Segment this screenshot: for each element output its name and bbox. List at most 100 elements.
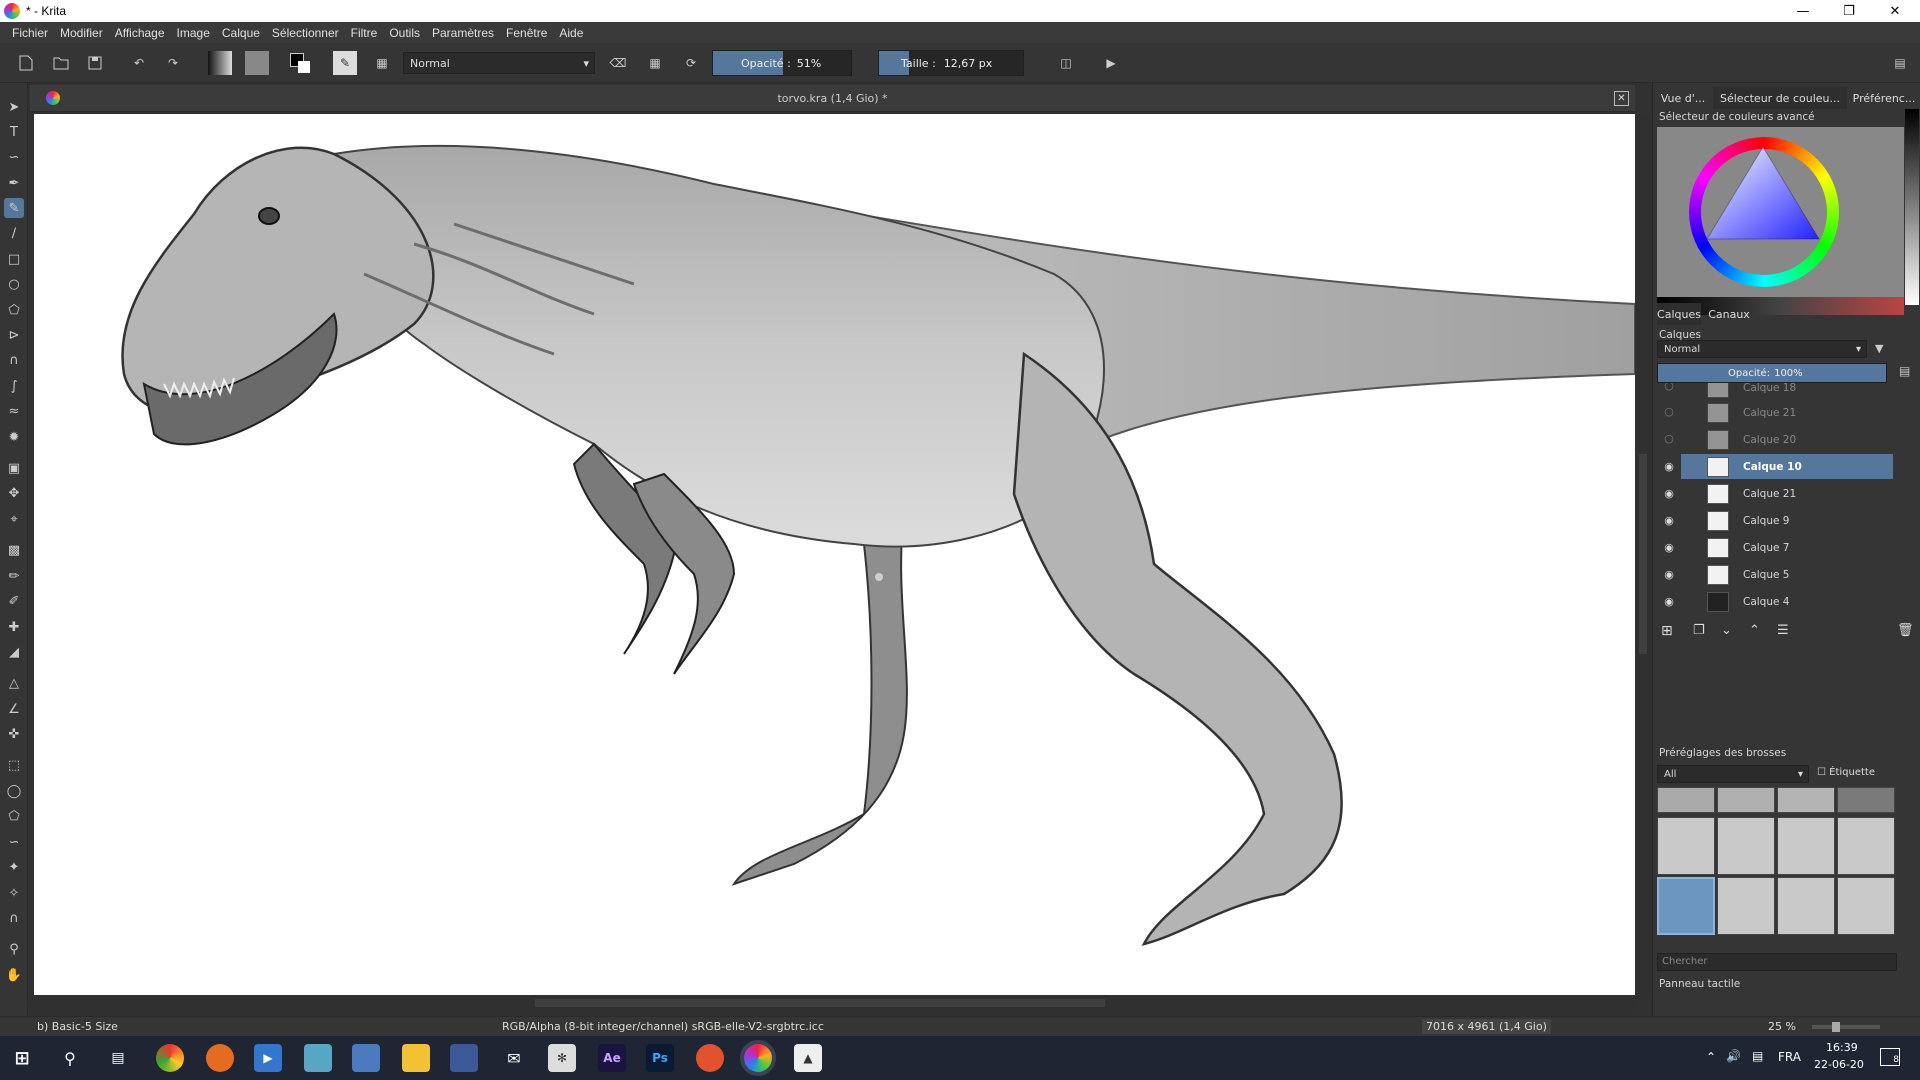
layer-row[interactable]: Calque 7 bbox=[1681, 535, 1893, 560]
layer-opacity-slider[interactable]: Opacité: 100% bbox=[1657, 363, 1887, 383]
media-player-icon[interactable]: ▶ bbox=[254, 1044, 282, 1072]
color-selector-area[interactable] bbox=[1657, 127, 1904, 315]
layer-blend-dropdown[interactable]: Normal ▾ bbox=[1657, 340, 1867, 358]
polyline-tool-icon[interactable]: ⊳ bbox=[4, 325, 24, 345]
layer-row[interactable]: Calque 4 bbox=[1681, 589, 1893, 614]
freehand-path-icon[interactable]: ∫ bbox=[4, 376, 24, 396]
eye-icon[interactable]: ◉ bbox=[1661, 539, 1677, 555]
elliptical-selection-icon[interactable]: ◯ bbox=[4, 781, 24, 801]
zoom-slider[interactable] bbox=[1812, 1022, 1880, 1032]
rectangular-selection-icon[interactable]: ⬚ bbox=[4, 755, 24, 775]
notepad-icon[interactable] bbox=[352, 1044, 380, 1072]
move-down-icon[interactable]: ⌄ bbox=[1721, 623, 1732, 638]
calligraphy-icon[interactable]: ∽ bbox=[4, 147, 24, 167]
brush-search-input[interactable]: Chercher bbox=[1657, 953, 1897, 971]
brush-preset[interactable] bbox=[1657, 787, 1715, 813]
hidden-eye-icon[interactable]: ○ bbox=[1661, 403, 1677, 419]
similar-selection-icon[interactable]: ✧ bbox=[4, 883, 24, 903]
photos-icon[interactable]: ▲ bbox=[794, 1044, 822, 1072]
close-document-icon[interactable]: ✕ bbox=[1614, 91, 1629, 106]
bezier-selection-icon[interactable]: ∩ bbox=[4, 908, 24, 928]
brush-tag-filter-dropdown[interactable]: All ▾ bbox=[1657, 765, 1809, 783]
status-colorspace[interactable]: RGB/Alpha (8-bit integer/channel) sRGB-e… bbox=[502, 1020, 824, 1033]
brush-preset-selected[interactable] bbox=[1657, 877, 1715, 935]
windows-start-icon[interactable]: ⊞ bbox=[8, 1044, 36, 1072]
assistant-tool-icon[interactable]: △ bbox=[4, 673, 24, 693]
restore-button[interactable]: ❐ bbox=[1826, 0, 1872, 22]
fill-tool-icon[interactable]: ◢ bbox=[4, 642, 24, 662]
bezier-tool-icon[interactable]: ∩ bbox=[4, 350, 24, 370]
polygonal-selection-icon[interactable]: ⬠ bbox=[4, 806, 24, 826]
foreground-background-color-icon[interactable] bbox=[288, 51, 312, 75]
menu-fenetre[interactable]: Fenêtre bbox=[500, 26, 553, 40]
brush-preset[interactable] bbox=[1777, 787, 1835, 813]
menu-calque[interactable]: Calque bbox=[216, 26, 266, 40]
blend-mode-dropdown[interactable]: Normal ▾ bbox=[403, 52, 595, 74]
brush-preset[interactable] bbox=[1717, 787, 1775, 813]
mirror-horizontal-icon[interactable]: ◫ bbox=[1054, 51, 1078, 75]
delete-layer-icon[interactable]: 🗑 bbox=[1897, 623, 1914, 638]
tab-color-selector[interactable]: Sélecteur de couleu... bbox=[1713, 87, 1847, 109]
tray-chevron-icon[interactable]: ⌃ bbox=[1706, 1050, 1716, 1064]
crop-tool-icon[interactable]: ⌖ bbox=[4, 509, 24, 529]
saturation-value-triangle[interactable] bbox=[1703, 145, 1823, 255]
measure-tool-icon[interactable]: ∠ bbox=[4, 699, 24, 719]
eye-icon[interactable]: ◉ bbox=[1661, 512, 1677, 528]
preserve-alpha-icon[interactable]: ▦ bbox=[643, 51, 667, 75]
layer-settings-icon[interactable]: ☰ bbox=[1777, 623, 1789, 638]
search-icon[interactable]: ⚲ bbox=[56, 1044, 84, 1072]
tab-channels[interactable]: Canaux bbox=[1705, 303, 1753, 325]
menu-outils[interactable]: Outils bbox=[383, 26, 426, 40]
tab-layers[interactable]: Calques bbox=[1657, 303, 1701, 325]
volume-icon[interactable]: 🔊 bbox=[1726, 1049, 1741, 1063]
filter-icon[interactable]: ▼ bbox=[1875, 342, 1891, 356]
mirror-vertical-icon[interactable]: ▶ bbox=[1099, 51, 1123, 75]
rectangle-tool-icon[interactable]: □ bbox=[4, 249, 24, 269]
tab-overview[interactable]: Vue d'... bbox=[1657, 87, 1709, 109]
menu-image[interactable]: Image bbox=[171, 26, 216, 40]
pattern-preset-icon[interactable] bbox=[245, 51, 269, 75]
brush-preset[interactable] bbox=[1777, 817, 1835, 875]
multibrush-icon[interactable]: ✹ bbox=[4, 427, 24, 447]
save-icon[interactable] bbox=[83, 51, 107, 75]
select-shapes-icon[interactable]: ➤ bbox=[4, 97, 24, 117]
horizontal-scrollbar-thumb[interactable] bbox=[535, 999, 1105, 1007]
app-icon[interactable] bbox=[304, 1044, 332, 1072]
language-indicator[interactable]: FRA bbox=[1778, 1050, 1801, 1064]
size-slider[interactable]: Taille : 12,67 px bbox=[878, 50, 1024, 76]
network-icon[interactable]: ▤ bbox=[1752, 1049, 1763, 1063]
opacity-slider[interactable]: Opacité : 51% bbox=[712, 50, 852, 76]
brush-tool-icon[interactable]: ✎ bbox=[4, 198, 24, 218]
vertical-scrollbar-thumb[interactable] bbox=[1639, 454, 1647, 654]
eye-icon[interactable]: ◉ bbox=[1661, 485, 1677, 501]
firefox-icon[interactable] bbox=[206, 1044, 234, 1072]
horizontal-scrollbar[interactable] bbox=[30, 996, 1636, 1010]
brush-preset[interactable] bbox=[1717, 817, 1775, 875]
menu-filtre[interactable]: Filtre bbox=[345, 26, 384, 40]
menu-modifier[interactable]: Modifier bbox=[54, 26, 109, 40]
layer-row[interactable]: Calque 20 bbox=[1681, 427, 1893, 452]
smart-patch-icon[interactable]: ✚ bbox=[4, 617, 24, 637]
menu-aide[interactable]: Aide bbox=[553, 26, 589, 40]
gradient-tool-icon[interactable]: ▩ bbox=[4, 540, 24, 560]
transform-tool-icon[interactable]: ▣ bbox=[4, 458, 24, 478]
open-folder-icon[interactable] bbox=[49, 51, 73, 75]
polygon-tool-icon[interactable]: ⬠ bbox=[4, 300, 24, 320]
brush-preset[interactable] bbox=[1837, 817, 1895, 875]
eye-icon[interactable]: ◉ bbox=[1661, 458, 1677, 474]
reference-tool-icon[interactable]: ✜ bbox=[4, 724, 24, 744]
notification-icon[interactable]: 8 bbox=[1880, 1048, 1900, 1066]
docker-menu-icon[interactable]: ▤ bbox=[1888, 51, 1912, 75]
freehand-selection-icon[interactable]: ∽ bbox=[4, 832, 24, 852]
tab-preferences[interactable]: Préférenc... bbox=[1851, 87, 1917, 109]
workspace-grid-icon[interactable]: ▦ bbox=[370, 51, 394, 75]
task-view-icon[interactable]: ▤ bbox=[104, 1044, 132, 1072]
layer-row[interactable]: Calque 9 bbox=[1681, 508, 1893, 533]
move-tool-icon[interactable]: ✥ bbox=[4, 483, 24, 503]
layer-row[interactable]: Calque 18 bbox=[1681, 383, 1893, 400]
drawing-canvas[interactable] bbox=[34, 114, 1635, 995]
dynamic-brush-icon[interactable]: ≈ bbox=[4, 401, 24, 421]
duplicate-layer-icon[interactable]: ❐ bbox=[1693, 623, 1705, 638]
eraser-icon[interactable]: ⌫ bbox=[606, 51, 630, 75]
brush-preset[interactable] bbox=[1717, 877, 1775, 935]
